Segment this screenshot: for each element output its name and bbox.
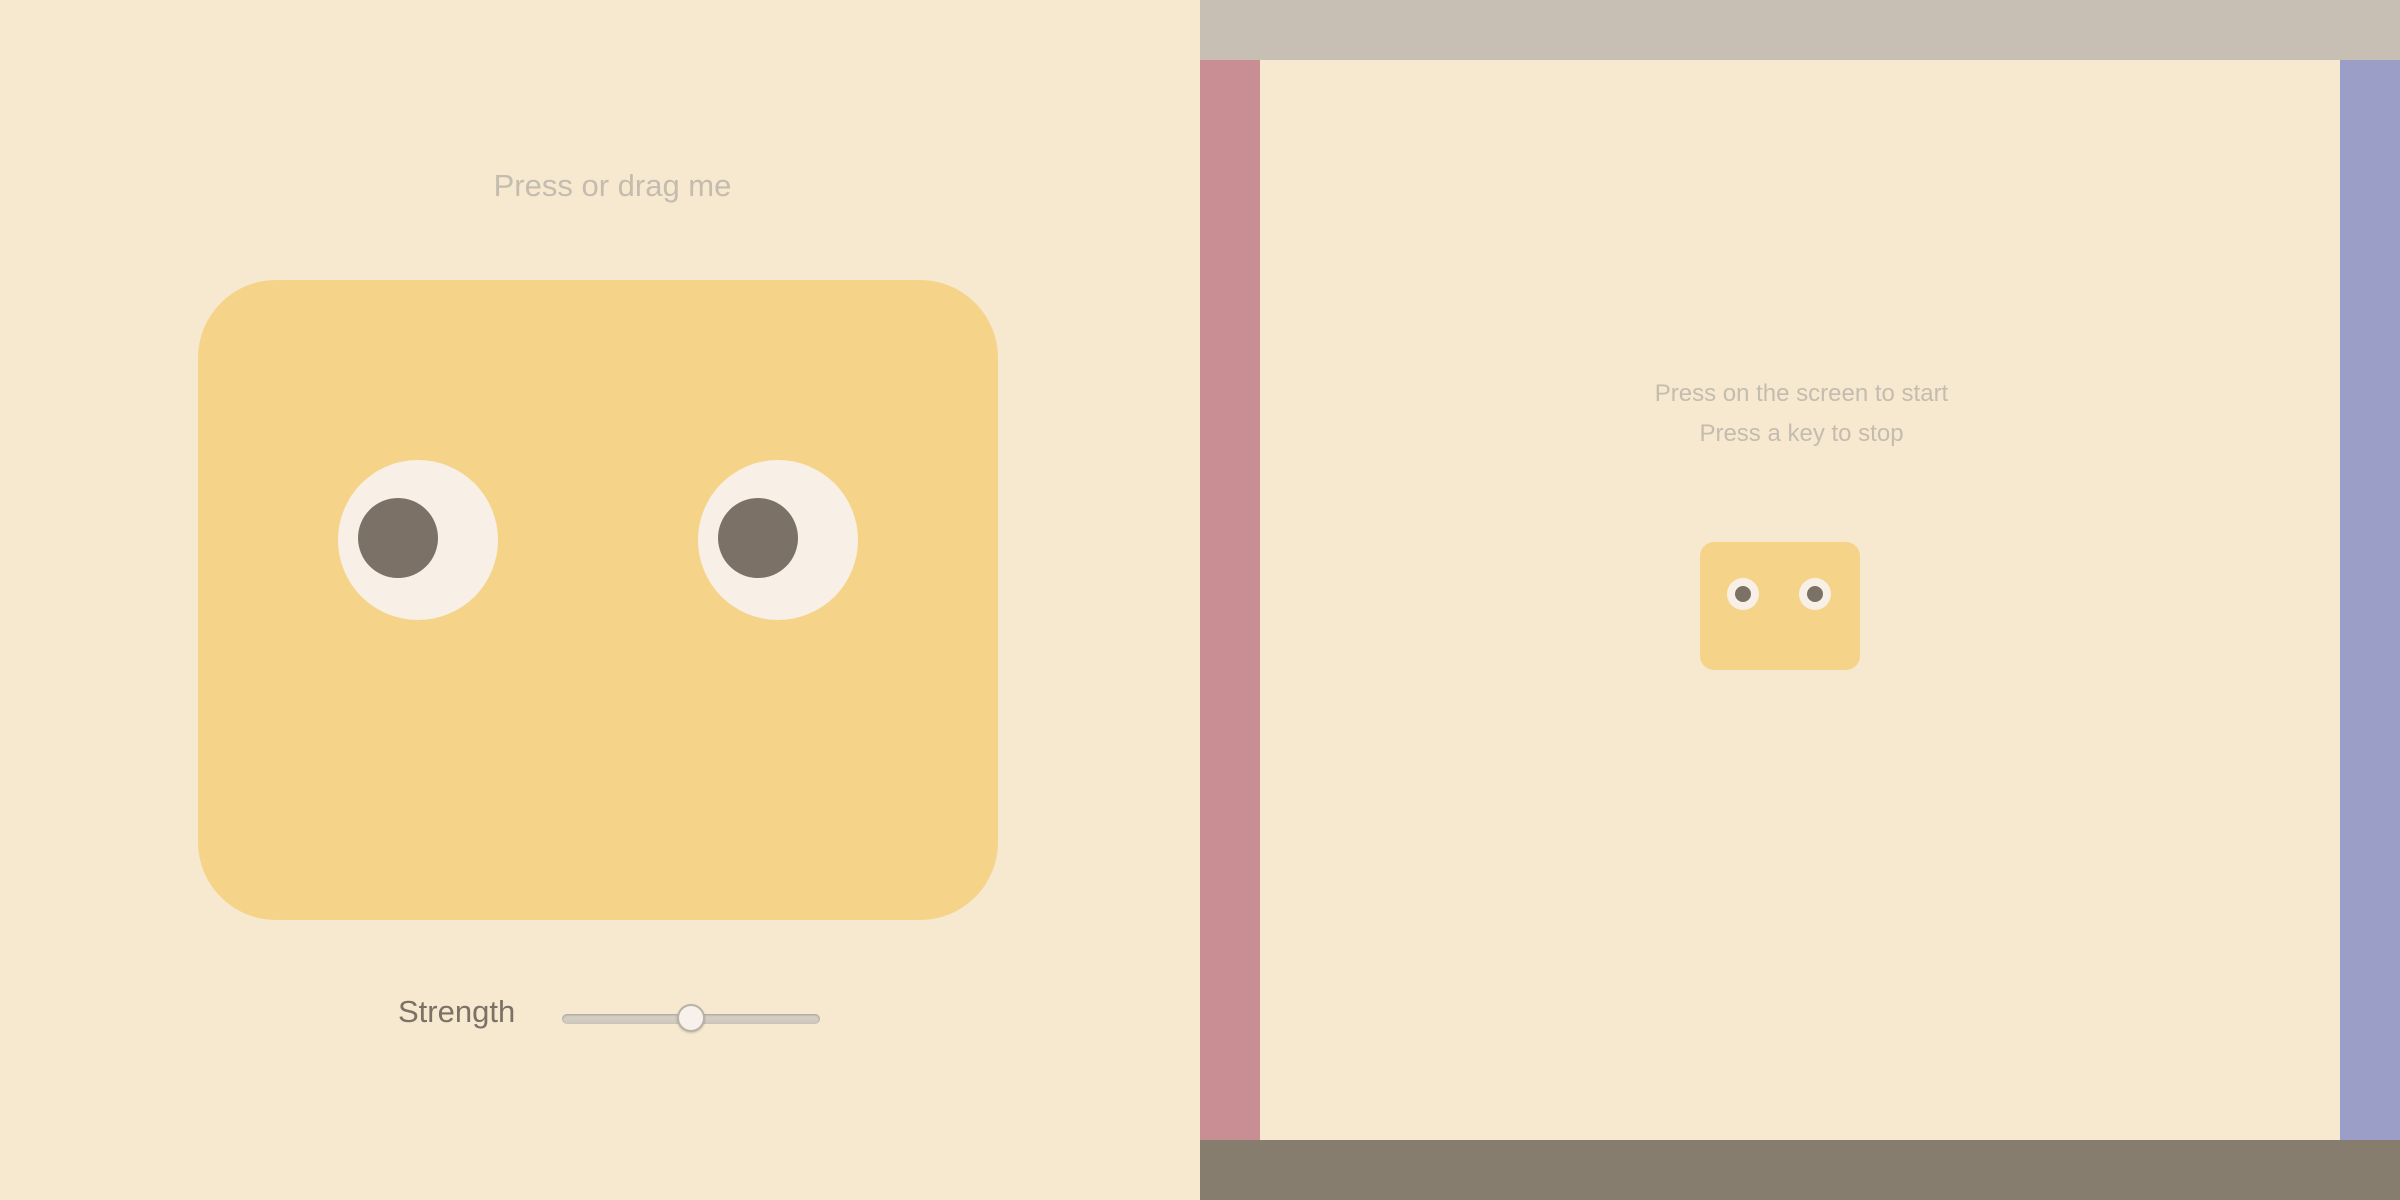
instructions: Press on the screen to start Press a key…: [1200, 374, 2400, 454]
mini-creature-box[interactable]: [1700, 542, 1860, 670]
top-wall: [1200, 0, 2400, 60]
right-eye: [698, 460, 858, 620]
left-eye: [338, 460, 498, 620]
app-stage: Press or drag me Strength Press on the s…: [0, 0, 2400, 1200]
right-pupil: [718, 498, 798, 578]
mini-left-pupil: [1735, 586, 1751, 602]
drag-hint: Press or drag me: [493, 168, 732, 203]
bounce-panel[interactable]: Press on the screen to start Press a key…: [1200, 0, 2400, 1200]
strength-label: Strength: [398, 994, 516, 1029]
mini-left-eye: [1727, 578, 1759, 610]
stop-instruction: Press a key to stop: [1699, 420, 1904, 447]
strength-slider-thumb[interactable]: [677, 1004, 705, 1032]
mini-right-pupil: [1807, 586, 1823, 602]
bottom-wall: [1200, 1140, 2400, 1200]
left-wall: [1200, 60, 1260, 1140]
drag-panel: Press or drag me Strength: [0, 0, 1200, 1200]
right-wall: [2340, 60, 2400, 1140]
mini-right-eye: [1799, 578, 1831, 610]
left-pupil: [358, 498, 438, 578]
strength-slider[interactable]: [562, 1004, 820, 1032]
creature-box[interactable]: [198, 280, 998, 920]
start-instruction: Press on the screen to start: [1654, 380, 1949, 407]
